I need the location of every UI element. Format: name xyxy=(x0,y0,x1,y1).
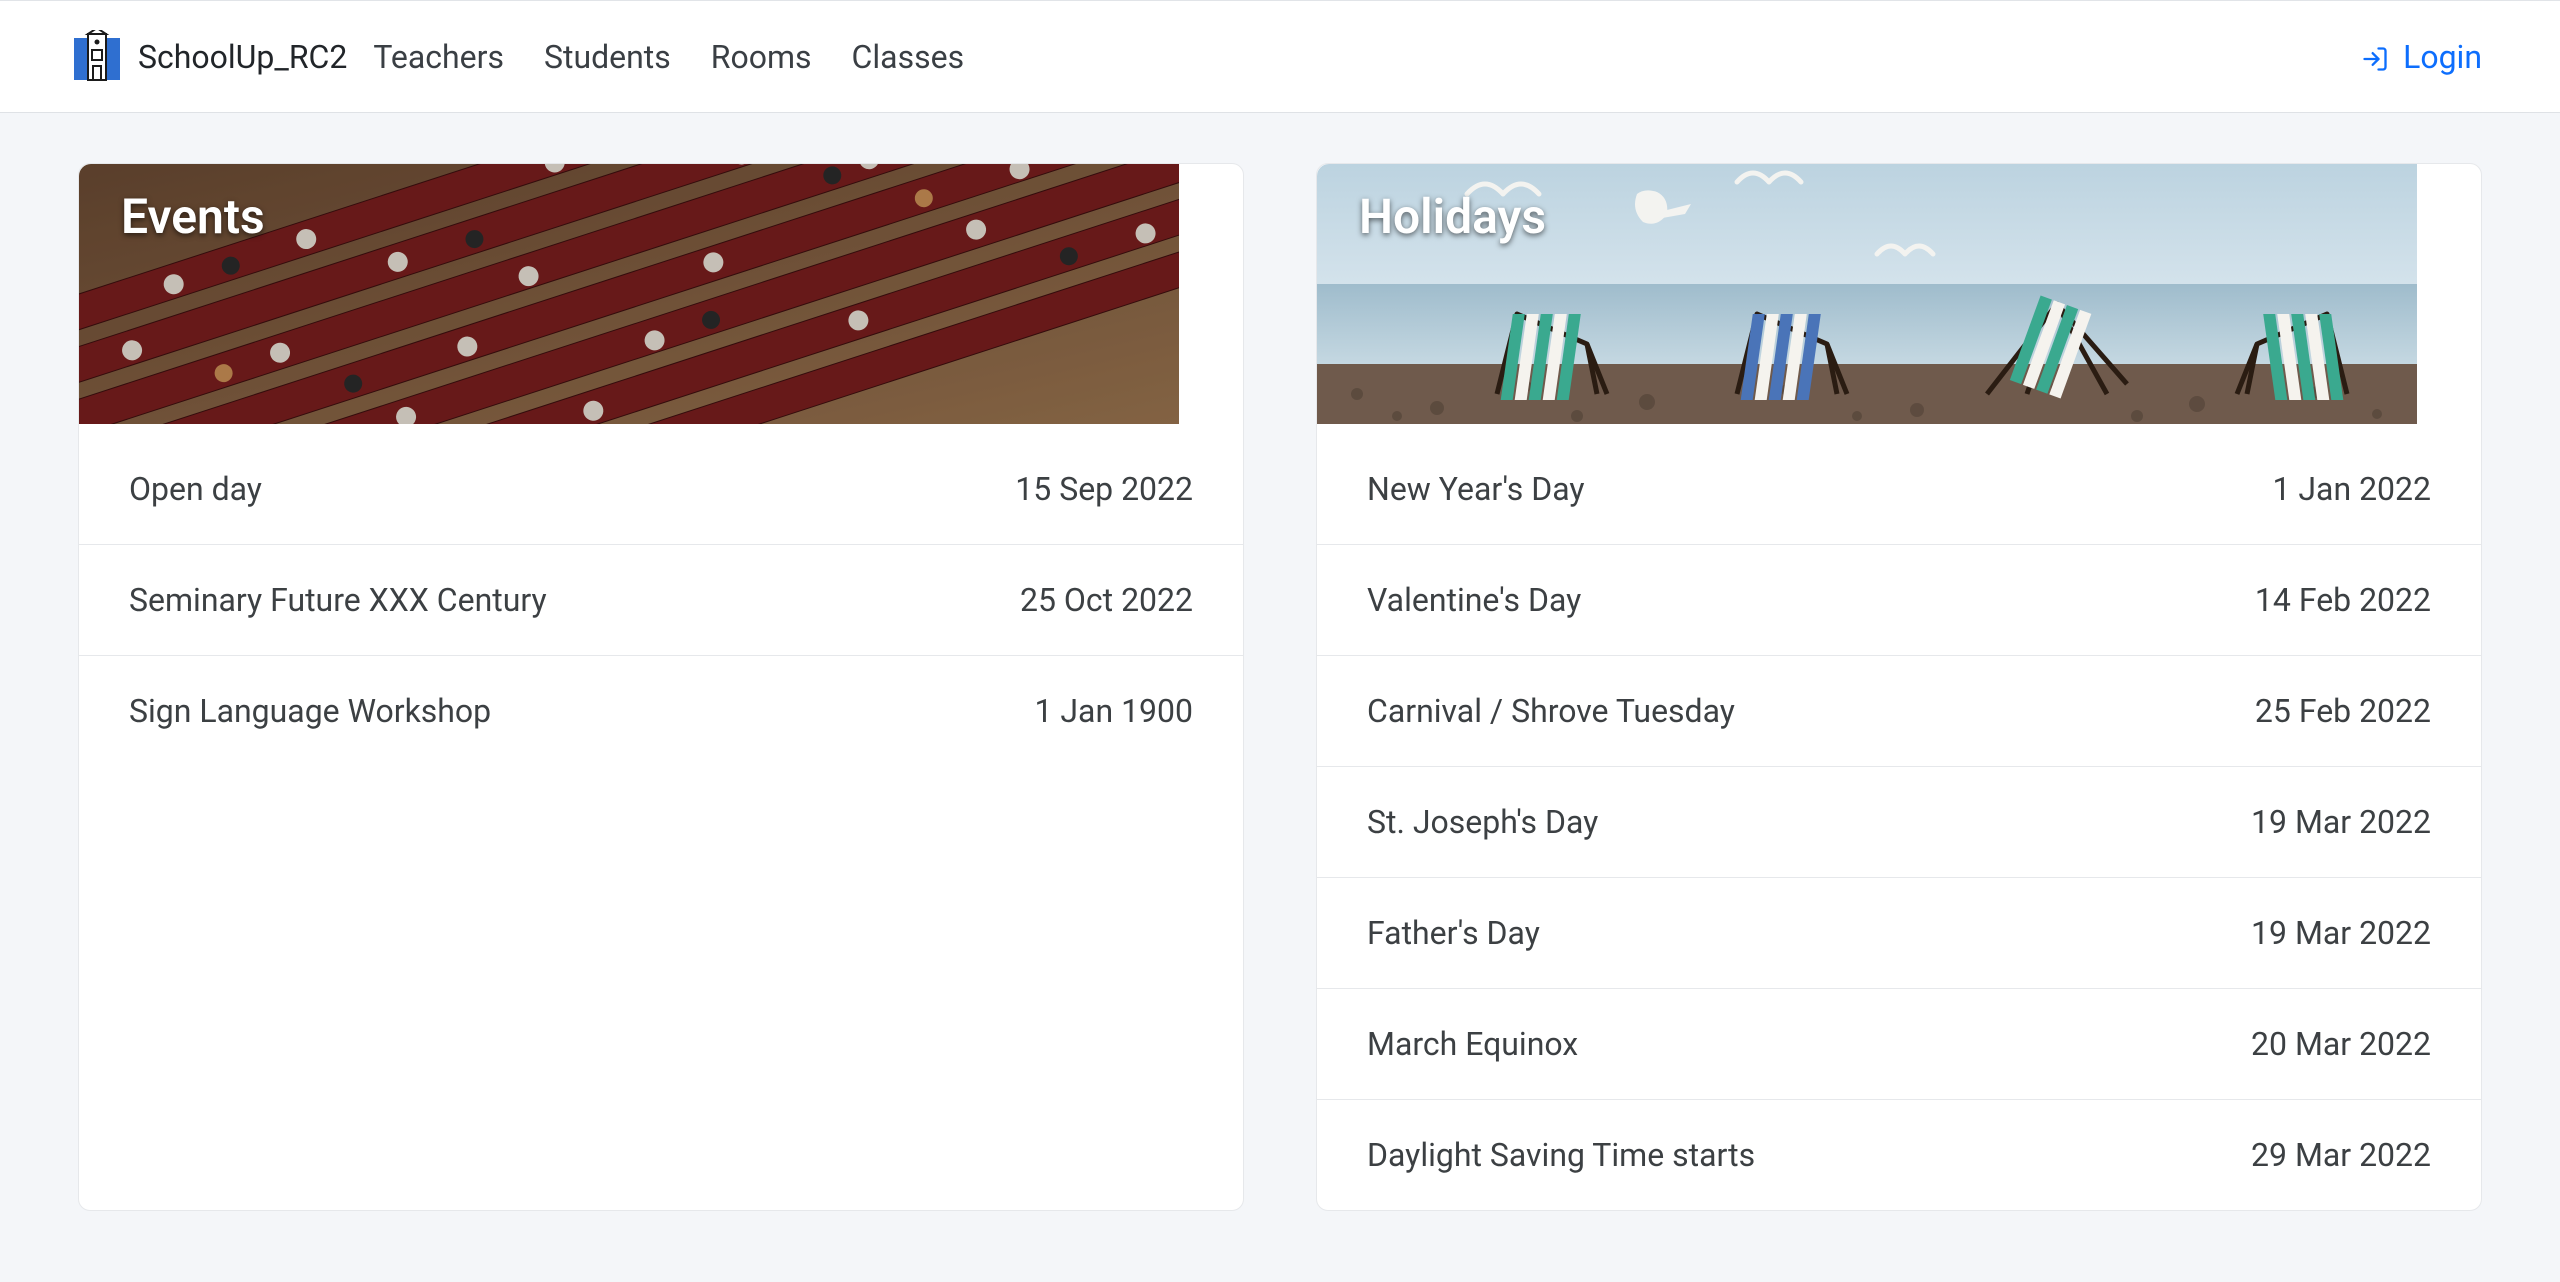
list-item[interactable]: New Year's Day 1 Jan 2022 xyxy=(1317,434,2481,544)
navbar-nav: Teachers Students Rooms Classes xyxy=(373,38,964,76)
holiday-name: New Year's Day xyxy=(1367,470,1585,508)
school-logo-icon xyxy=(70,30,124,84)
holiday-date: 1 Jan 2022 xyxy=(2272,470,2431,508)
navbar: SchoolUp_RC2 Teachers Students Rooms Cla… xyxy=(0,0,2560,113)
holidays-hero: Holidays xyxy=(1317,164,2481,424)
list-item[interactable]: Daylight Saving Time starts 29 Mar 2022 xyxy=(1317,1099,2481,1210)
list-item[interactable]: Open day 15 Sep 2022 xyxy=(79,434,1243,544)
events-hero: Events xyxy=(79,164,1243,424)
nav-link-classes[interactable]: Classes xyxy=(852,38,965,76)
event-name: Seminary Future XXX Century xyxy=(129,581,547,619)
login-link[interactable]: Login xyxy=(2361,38,2482,76)
holiday-date: 20 Mar 2022 xyxy=(2251,1025,2431,1063)
holidays-list: New Year's Day 1 Jan 2022 Valentine's Da… xyxy=(1317,434,2481,1210)
list-item[interactable]: Seminary Future XXX Century 25 Oct 2022 xyxy=(79,544,1243,655)
event-name: Open day xyxy=(129,470,262,508)
holidays-title: Holidays xyxy=(1359,188,1546,245)
holiday-name: St. Joseph's Day xyxy=(1367,803,1598,841)
holiday-date: 29 Mar 2022 xyxy=(2251,1136,2431,1174)
events-card: Events Open day 15 Sep 2022 Seminary Fut… xyxy=(78,163,1244,1211)
holiday-name: Father's Day xyxy=(1367,914,1540,952)
holiday-name: March Equinox xyxy=(1367,1025,1578,1063)
holiday-date: 25 Feb 2022 xyxy=(2255,692,2431,730)
login-label: Login xyxy=(2403,38,2482,76)
list-item[interactable]: St. Joseph's Day 19 Mar 2022 xyxy=(1317,766,2481,877)
holidays-card: Holidays New Year's Day 1 Jan 2022 Valen… xyxy=(1316,163,2482,1211)
list-item[interactable]: Valentine's Day 14 Feb 2022 xyxy=(1317,544,2481,655)
list-item[interactable]: Father's Day 19 Mar 2022 xyxy=(1317,877,2481,988)
nav-link-students[interactable]: Students xyxy=(544,38,671,76)
main-container: Events Open day 15 Sep 2022 Seminary Fut… xyxy=(0,113,2560,1261)
navbar-brand[interactable]: SchoolUp_RC2 xyxy=(70,30,347,84)
holiday-name: Daylight Saving Time starts xyxy=(1367,1136,1755,1174)
event-name: Sign Language Workshop xyxy=(129,692,491,730)
event-date: 25 Oct 2022 xyxy=(1020,581,1193,619)
holiday-date: 19 Mar 2022 xyxy=(2251,914,2431,952)
holiday-name: Carnival / Shrove Tuesday xyxy=(1367,692,1735,730)
navbar-brand-label: SchoolUp_RC2 xyxy=(138,38,347,76)
list-item[interactable]: Carnival / Shrove Tuesday 25 Feb 2022 xyxy=(1317,655,2481,766)
event-date: 1 Jan 1900 xyxy=(1034,692,1193,730)
events-title: Events xyxy=(121,188,265,245)
holiday-name: Valentine's Day xyxy=(1367,581,1581,619)
nav-link-teachers[interactable]: Teachers xyxy=(373,38,504,76)
list-item[interactable]: Sign Language Workshop 1 Jan 1900 xyxy=(79,655,1243,766)
login-icon xyxy=(2361,43,2389,71)
event-date: 15 Sep 2022 xyxy=(1015,470,1193,508)
holiday-date: 14 Feb 2022 xyxy=(2255,581,2431,619)
events-list: Open day 15 Sep 2022 Seminary Future XXX… xyxy=(79,434,1243,766)
holiday-date: 19 Mar 2022 xyxy=(2251,803,2431,841)
nav-link-rooms[interactable]: Rooms xyxy=(711,38,812,76)
list-item[interactable]: March Equinox 20 Mar 2022 xyxy=(1317,988,2481,1099)
